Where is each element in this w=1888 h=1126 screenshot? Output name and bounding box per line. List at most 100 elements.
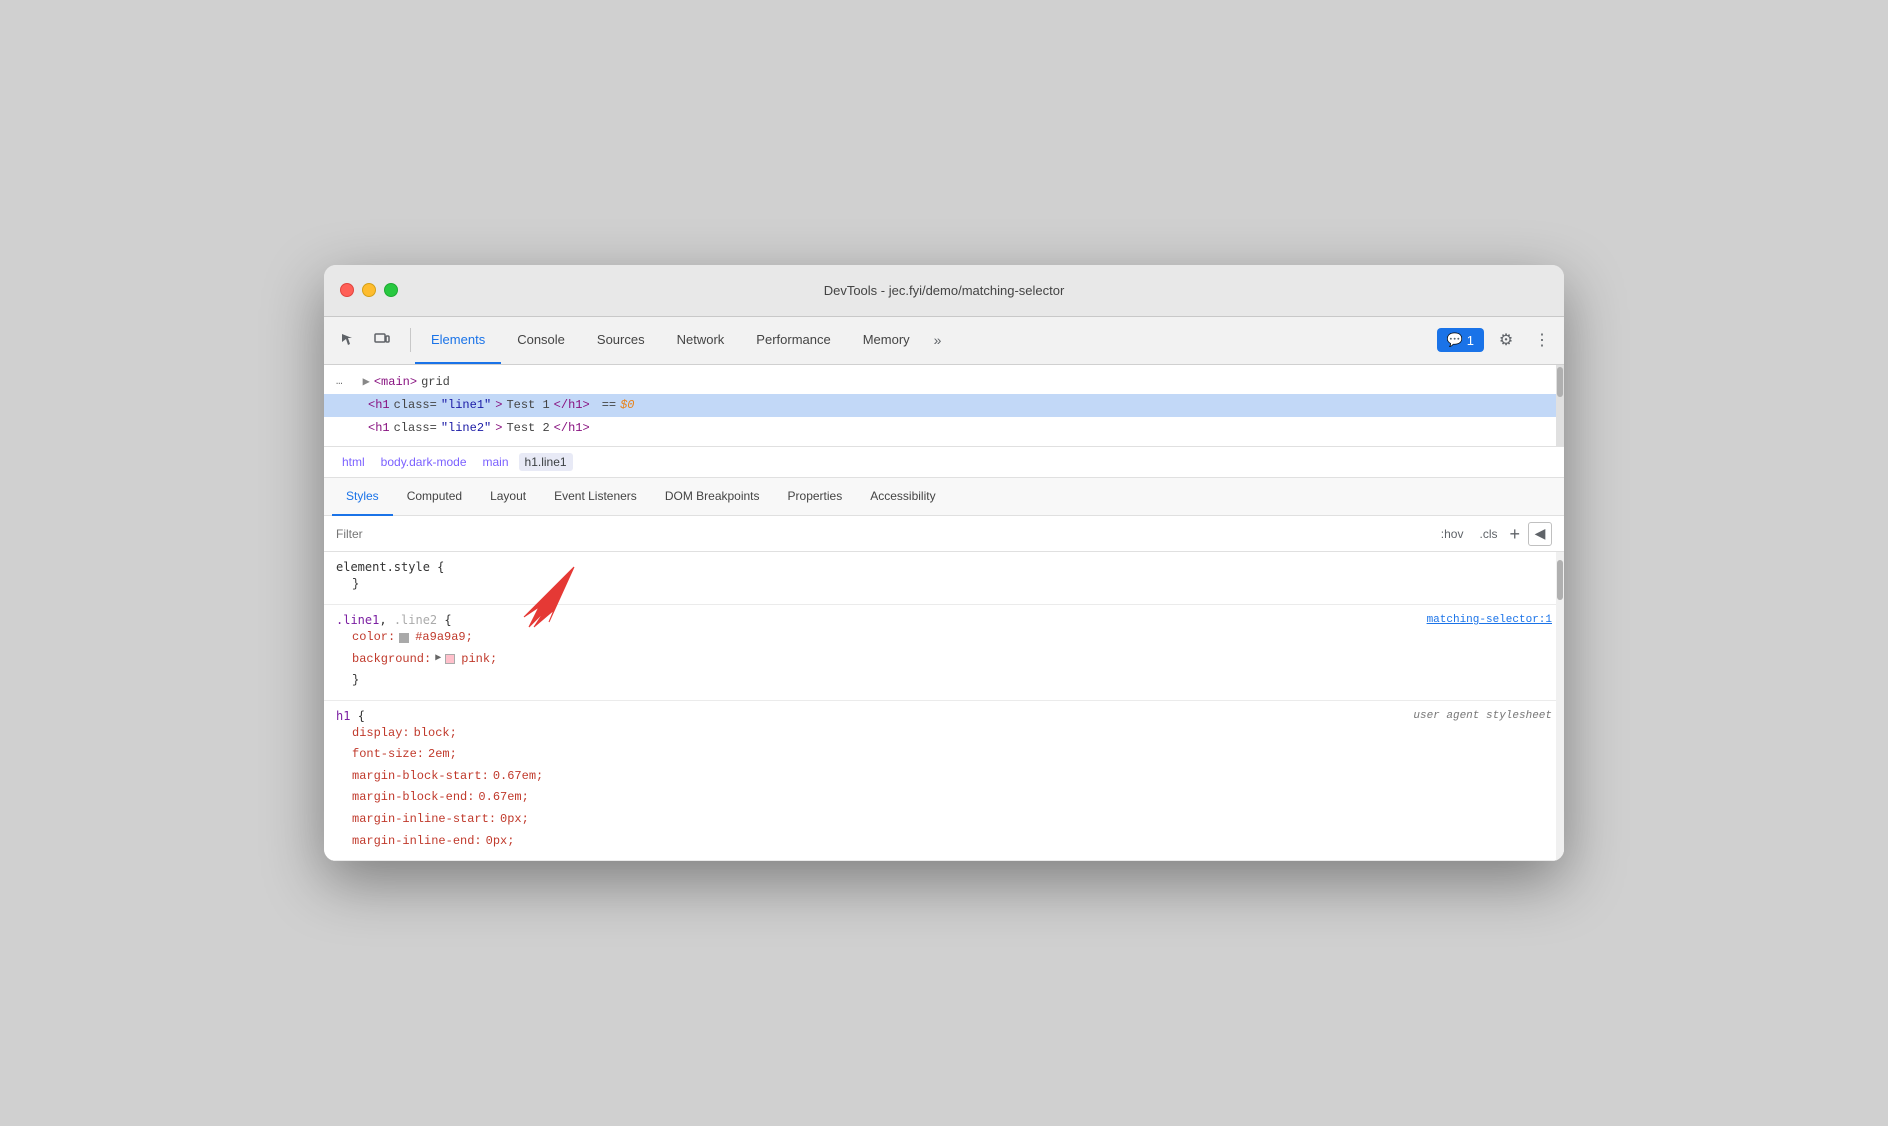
comment-count: 1 bbox=[1467, 333, 1474, 348]
breadcrumb-main[interactable]: main bbox=[477, 453, 515, 471]
sub-tabs-bar: Styles Computed Layout Event Listeners D… bbox=[324, 478, 1564, 516]
dom-equals: == bbox=[602, 396, 616, 415]
dom-panel: … ▶ <main> grid <h1 class="line1">Test 1… bbox=[324, 365, 1564, 448]
subtab-properties[interactable]: Properties bbox=[774, 478, 857, 516]
more-options-button[interactable]: ⋮ bbox=[1528, 326, 1556, 354]
prop-color: color: #a9a9a9; bbox=[336, 627, 1552, 649]
traffic-lights bbox=[340, 283, 398, 297]
dom-row-h1-line2[interactable]: <h1 class="line2">Test 2</h1> bbox=[324, 417, 1564, 440]
prop-display-name: display: bbox=[352, 723, 410, 745]
breadcrumb-h1[interactable]: h1.line1 bbox=[519, 453, 573, 471]
filter-input[interactable] bbox=[336, 527, 1437, 541]
comment-icon: 💬 bbox=[1447, 332, 1463, 348]
dom-main-text: grid bbox=[421, 373, 450, 392]
dots-icon: … bbox=[336, 374, 343, 392]
toolbar-icons bbox=[332, 324, 398, 356]
dom-dollar: $0 bbox=[620, 396, 634, 415]
prop-margin-block-start: margin-block-start: 0.67em; bbox=[336, 766, 1552, 788]
breadcrumb-html[interactable]: html bbox=[336, 453, 371, 471]
prop-background-name: background: bbox=[352, 649, 431, 671]
dom-row-h1-line1[interactable]: <h1 class="line1">Test 1</h1> == $0 bbox=[324, 394, 1564, 417]
prop-font-size-value: 2em; bbox=[428, 744, 457, 766]
dom-h1-open-end: > bbox=[495, 396, 502, 415]
tab-console[interactable]: Console bbox=[501, 316, 581, 364]
tab-network[interactable]: Network bbox=[661, 316, 741, 364]
cls-button[interactable]: .cls bbox=[1475, 525, 1501, 543]
expand-arrow-icon[interactable]: ▶ bbox=[435, 650, 441, 668]
filter-bar: :hov .cls + ◀ bbox=[324, 516, 1564, 552]
subtab-layout[interactable]: Layout bbox=[476, 478, 540, 516]
prop-mbs-value: 0.67em; bbox=[493, 766, 543, 788]
tab-elements[interactable]: Elements bbox=[415, 316, 501, 364]
prop-mie-value: 0px; bbox=[486, 831, 515, 853]
toolbar-right: 💬 1 ⚙ ⋮ bbox=[1437, 326, 1556, 354]
close-button[interactable] bbox=[340, 283, 354, 297]
subtab-dom-breakpoints[interactable]: DOM Breakpoints bbox=[651, 478, 774, 516]
dom-h1-close: </h1> bbox=[554, 396, 590, 415]
style-block-element-style: element.style { } bbox=[324, 552, 1564, 605]
comment-button[interactable]: 💬 1 bbox=[1437, 328, 1484, 352]
dom-h1-open: <h1 bbox=[368, 396, 390, 415]
prop-display: display: block; bbox=[336, 723, 1552, 745]
subtab-styles[interactable]: Styles bbox=[332, 478, 393, 516]
main-scroll-thumb bbox=[1557, 560, 1563, 600]
subtab-event-listeners[interactable]: Event Listeners bbox=[540, 478, 651, 516]
device-toggle-btn[interactable] bbox=[366, 324, 398, 356]
prop-mbs-name: margin-block-start: bbox=[352, 766, 489, 788]
dom-class2-attr-name: class= bbox=[394, 419, 437, 438]
toolbar-divider bbox=[410, 328, 411, 352]
subtab-computed[interactable]: Computed bbox=[393, 478, 476, 516]
prop-color-name: color: bbox=[352, 627, 395, 649]
line1-line2-close: } bbox=[336, 670, 1552, 692]
tab-performance[interactable]: Performance bbox=[740, 316, 846, 364]
color-swatch-pink[interactable] bbox=[445, 654, 455, 664]
tab-memory[interactable]: Memory bbox=[847, 316, 926, 364]
add-style-button[interactable]: + bbox=[1509, 525, 1520, 543]
style-block-line1-line2: .line1, .line2 { matching-selector:1 col… bbox=[324, 605, 1564, 701]
settings-button[interactable]: ⚙ bbox=[1492, 326, 1520, 354]
prop-margin-inline-end: margin-inline-end: 0px; bbox=[336, 831, 1552, 853]
prop-margin-inline-start: margin-inline-start: 0px; bbox=[336, 809, 1552, 831]
h1-selector-line: h1 { user agent stylesheet bbox=[336, 709, 1552, 723]
h1-selector-tag: h1 bbox=[336, 709, 350, 723]
dom-scrollbar[interactable] bbox=[1556, 365, 1564, 447]
prop-margin-block-end: margin-block-end: 0.67em; bbox=[336, 787, 1552, 809]
main-scrollbar[interactable] bbox=[1556, 552, 1564, 861]
dom-tag-main: ▶ bbox=[363, 373, 370, 392]
breadcrumb-bar: html body.dark-mode main h1.line1 bbox=[324, 447, 1564, 478]
dom-row-main[interactable]: … ▶ <main> grid bbox=[324, 371, 1564, 394]
element-style-close-brace: } bbox=[352, 574, 359, 596]
hov-button[interactable]: :hov bbox=[1437, 525, 1468, 543]
prop-font-size-name: font-size: bbox=[352, 744, 424, 766]
toggle-sidebar-button[interactable]: ◀ bbox=[1528, 522, 1552, 546]
title-bar: DevTools - jec.fyi/demo/matching-selecto… bbox=[324, 265, 1564, 317]
breadcrumb-body[interactable]: body.dark-mode bbox=[375, 453, 473, 471]
devtools-window: DevTools - jec.fyi/demo/matching-selecto… bbox=[324, 265, 1564, 862]
main-scroll-area: element.style { } .line1, .line2 bbox=[324, 552, 1564, 861]
color-swatch-gray[interactable] bbox=[399, 633, 409, 643]
element-style-selector: element.style { bbox=[336, 560, 444, 574]
line1-line2-selector-line: .line1, .line2 { matching-selector:1 bbox=[336, 613, 1552, 627]
more-tabs-btn[interactable]: » bbox=[926, 332, 950, 348]
prop-display-value: block; bbox=[414, 723, 457, 745]
window-title: DevTools - jec.fyi/demo/matching-selecto… bbox=[824, 283, 1065, 298]
prop-color-value: #a9a9a9; bbox=[415, 627, 473, 649]
dom-h1-line2-open: <h1 bbox=[368, 419, 390, 438]
prop-background-value: pink; bbox=[461, 649, 497, 671]
dom-main-open: <main> bbox=[374, 373, 417, 392]
dom-class-attr-name: class= bbox=[394, 396, 437, 415]
inspector-icon-btn[interactable] bbox=[332, 324, 364, 356]
line1-line2-source[interactable]: matching-selector:1 bbox=[1427, 614, 1552, 626]
selector-line1: .line1 bbox=[336, 613, 379, 627]
h1-selector: h1 { bbox=[336, 709, 365, 723]
selector-line2: .line2 bbox=[394, 613, 437, 627]
element-style-close: } bbox=[336, 574, 1552, 596]
maximize-button[interactable] bbox=[384, 283, 398, 297]
tab-sources[interactable]: Sources bbox=[581, 316, 661, 364]
subtab-accessibility[interactable]: Accessibility bbox=[856, 478, 949, 516]
styles-panel: element.style { } .line1, .line2 bbox=[324, 552, 1564, 861]
inspector-icon bbox=[340, 332, 356, 348]
toolbar-tabs: Elements Console Sources Network Perform… bbox=[415, 317, 1437, 364]
h1-open-brace: { bbox=[358, 709, 365, 723]
minimize-button[interactable] bbox=[362, 283, 376, 297]
